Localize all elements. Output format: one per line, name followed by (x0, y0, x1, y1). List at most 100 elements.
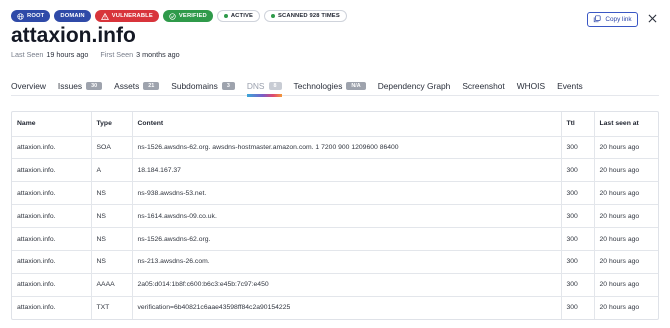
cell-ttl: 300 (561, 227, 595, 251)
tab-count-badge: 8 (268, 81, 282, 90)
cell-ttl: 300 (561, 273, 595, 297)
table-header-row: Name Type Content Ttl Last seen at (12, 112, 658, 137)
page-title: attaxion.info (11, 24, 136, 47)
cell-last-seen: 20 hours ago (594, 250, 658, 274)
cell-last-seen: 20 hours ago (594, 136, 658, 160)
cell-content: 18.184.167.37 (132, 158, 562, 183)
tab-count-badge: N/A (346, 81, 366, 90)
tab-whois[interactable]: WHOIS (517, 76, 545, 96)
tab-label: Dependency Graph (377, 80, 451, 91)
table-row: attaxion.info. NS ns-1614.awsdns-09.co.u… (12, 204, 658, 229)
column-header-last-seen[interactable]: Last seen at (594, 112, 658, 137)
cell-content: ns-1526.awsdns-62.org. (132, 227, 562, 251)
cell-ttl: 300 (561, 204, 595, 229)
tab-dns[interactable]: DNS 8 (246, 76, 282, 97)
table-row: attaxion.info. A 18.184.167.37 300 20 ho… (12, 158, 658, 183)
tab-screenshot[interactable]: Screenshot (462, 76, 504, 96)
root-badge: ROOT (11, 10, 51, 22)
tab-technologies[interactable]: Technologies N/A (294, 76, 366, 96)
cell-content: 2a05:d014:1b8f:c600:b6c3:e45b:7c97:e450 (132, 273, 562, 297)
tab-events[interactable]: Events (557, 76, 583, 96)
cell-last-seen: 20 hours ago (594, 204, 658, 229)
tab-label: Screenshot (462, 80, 505, 91)
last-seen-label: Last Seen (11, 50, 44, 59)
cell-content: verification=6b40821c6aae43598ff84c2a901… (132, 296, 562, 320)
table-row: attaxion.info. NS ns-1526.awsdns-62.org.… (12, 227, 658, 251)
tab-label: Subdomains (171, 80, 218, 91)
cell-name: attaxion.info. (12, 250, 92, 274)
scanned-badge-label: SCANNED 928 TIMES (278, 13, 340, 19)
domain-badge-label: DOMAIN (60, 13, 85, 19)
copy-icon (593, 14, 601, 25)
active-dot-icon (223, 14, 228, 18)
domain-badge: DOMAIN (54, 10, 91, 22)
cell-ttl: 300 (561, 158, 595, 183)
cell-content: ns-1526.awsdns-62.org. awsdns-hostmaster… (132, 136, 562, 160)
tab-overview[interactable]: Overview (11, 76, 46, 96)
table-row: attaxion.info. NS ns-938.awsdns-53.net. … (12, 181, 658, 206)
column-header-content[interactable]: Content (132, 112, 562, 137)
scanned-badge: SCANNED 928 TIMES (264, 10, 347, 22)
copy-link-button[interactable]: Copy link (587, 12, 638, 27)
warning-icon (100, 12, 109, 20)
cell-type: NS (91, 250, 133, 274)
check-circle-icon (169, 12, 176, 20)
table-row: attaxion.info. NS ns-213.awsdns-26.com. … (12, 250, 658, 274)
tab-issues[interactable]: Issues 30 (57, 76, 103, 96)
tab-label: DNS (246, 80, 265, 91)
cell-ttl: 300 (561, 181, 595, 206)
tab-assets[interactable]: Assets 21 (114, 76, 160, 96)
column-header-ttl[interactable]: Ttl (561, 112, 595, 137)
cell-last-seen: 20 hours ago (599, 304, 640, 312)
cell-content: ns-938.awsdns-53.net. (132, 181, 562, 206)
cell-type: A (91, 158, 133, 183)
cell-last-seen: 20 hours ago (594, 181, 658, 206)
close-button[interactable] (646, 13, 658, 25)
tab-label: Technologies (293, 80, 343, 91)
table-row: attaxion.info. TXT verification=6b40821c… (12, 296, 658, 320)
cell-ttl: 300 (561, 296, 595, 320)
first-seen-value: 3 months ago (136, 50, 180, 59)
vulnerable-badge-label: VULNERABLE (111, 13, 153, 19)
column-header-name[interactable]: Name (12, 112, 92, 137)
tab-label: Overview (11, 80, 46, 91)
cell-last-seen: 20 hours ago (594, 227, 658, 251)
globe-icon (17, 12, 24, 20)
cell-ttl: 300 (561, 136, 595, 160)
tab-count-badge: 3 (221, 81, 235, 90)
tab-count-badge: 21 (143, 81, 160, 90)
cell-last-seen: 20 hours ago (594, 158, 658, 183)
tab-label: Events (557, 80, 583, 91)
cell-content: ns-213.awsdns-26.com. (132, 250, 562, 274)
cell-name: attaxion.info. (12, 273, 92, 297)
tab-bar: Overview Issues 30 Assets 21 Subdomains … (11, 76, 659, 97)
cell-name: attaxion.info. (12, 158, 92, 183)
tab-subdomains[interactable]: Subdomains 3 (171, 76, 235, 96)
scanned-dot-icon (271, 14, 276, 18)
close-icon (648, 10, 657, 28)
tab-label: Assets (114, 80, 140, 91)
seen-info: Last Seen 19 hours ago First Seen 3 mont… (11, 50, 189, 59)
active-tab-indicator (246, 93, 282, 97)
cell-name: attaxion.info. (12, 136, 92, 160)
cell-name: attaxion.info. (12, 181, 92, 206)
cell-name: attaxion.info. (12, 204, 92, 229)
cell-type: NS (91, 227, 133, 251)
vulnerable-badge: VULNERABLE (94, 10, 159, 22)
cell-content: ns-1614.awsdns-09.co.uk. (132, 204, 562, 229)
active-badge: ACTIVE (216, 10, 261, 22)
tab-label: Issues (57, 80, 83, 91)
table-row: attaxion.info. AAAA 2a05:d014:1b8f:c600:… (12, 273, 658, 297)
column-header-type[interactable]: Type (91, 112, 133, 137)
cell-ttl: 300 (561, 250, 595, 274)
tab-dependency-graph[interactable]: Dependency Graph (378, 76, 451, 96)
verified-badge: VERIFIED (162, 10, 213, 22)
cell-type: NS (91, 181, 133, 206)
cell-name: attaxion.info. (12, 227, 92, 251)
cell-type: SOA (91, 136, 133, 160)
copy-link-label: Copy link (605, 16, 632, 23)
cell-type: AAAA (91, 273, 133, 297)
cell-name: attaxion.info. (12, 296, 92, 320)
table-row: attaxion.info. SOA ns-1526.awsdns-62.org… (12, 136, 658, 160)
dns-table: Name Type Content Ttl Last seen at attax… (11, 111, 659, 321)
